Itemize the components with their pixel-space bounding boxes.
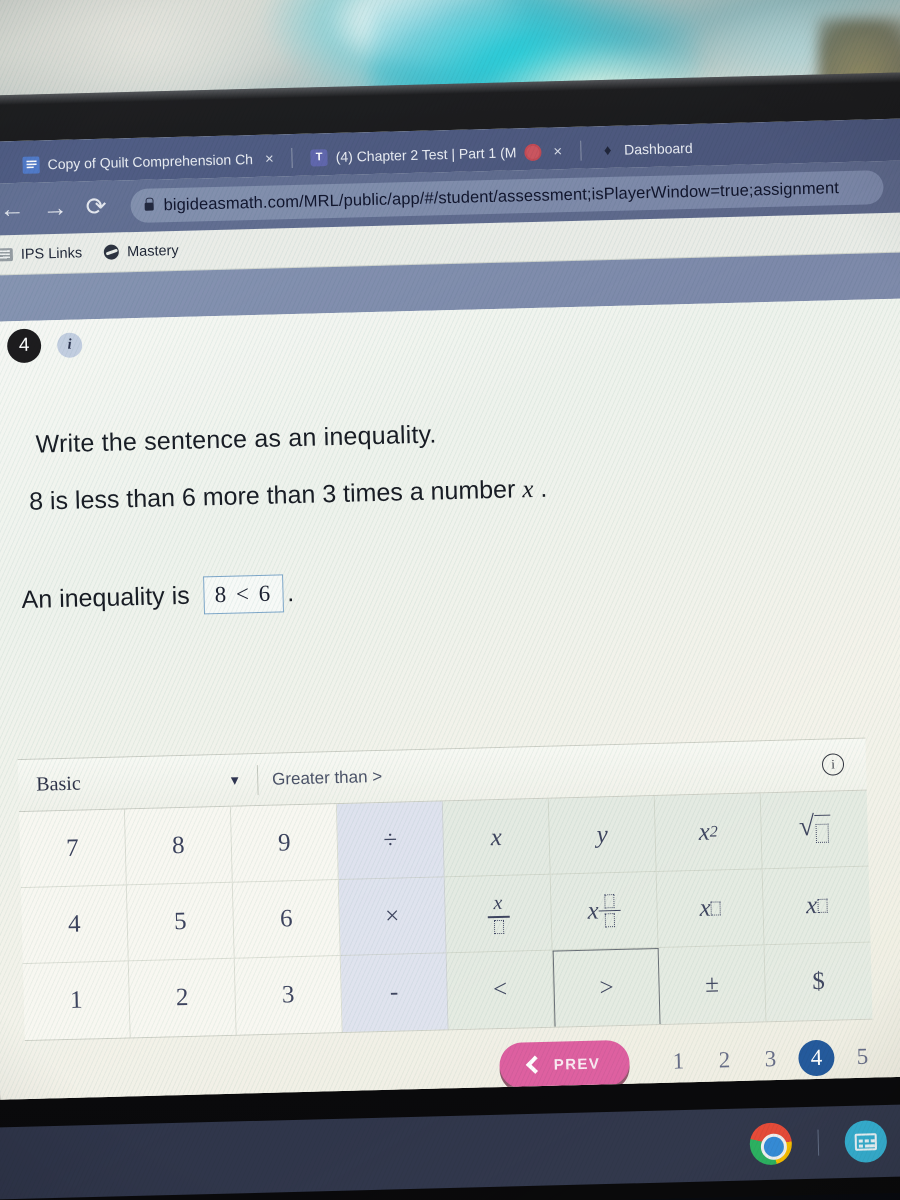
answer-row: An inequality is 8 < 6 . xyxy=(21,558,900,619)
page-number-5[interactable]: 5 xyxy=(839,1043,886,1070)
key-greater-than[interactable]: > xyxy=(552,947,661,1027)
shelf-divider xyxy=(817,1129,820,1156)
key-divide[interactable]: ÷ xyxy=(336,801,445,881)
key-superscript[interactable]: x xyxy=(656,869,765,948)
page-number-list: 12345 xyxy=(655,1038,886,1080)
back-icon[interactable]: ← xyxy=(0,194,25,223)
browser-tab-3[interactable]: ♦ Dashboard xyxy=(589,130,703,169)
key-2[interactable]: 2 xyxy=(128,958,237,1038)
question-header: 4 i xyxy=(6,327,83,364)
laptop-photo: Copy of Quilt Comprehension Ch × (4) Cha… xyxy=(0,0,900,1200)
browser-tab-2-close-icon[interactable]: × xyxy=(553,143,562,160)
browser-tab-1-title: Copy of Quilt Comprehension Ch xyxy=(47,150,254,173)
bookmark-mastery-label: Mastery xyxy=(126,242,179,260)
key-7[interactable]: 7 xyxy=(18,809,127,889)
page-number-1[interactable]: 1 xyxy=(655,1048,702,1075)
folder-icon xyxy=(0,248,14,262)
address-bar[interactable]: bigideasmath.com/MRL/public/app/#/studen… xyxy=(130,170,884,224)
question-sentence-after: . xyxy=(533,474,548,504)
key-8[interactable]: 8 xyxy=(124,806,233,886)
browser-tab-3-title: Dashboard xyxy=(623,139,693,158)
keypad-hint-symbol: > xyxy=(371,766,383,786)
chrome-icon[interactable] xyxy=(749,1122,793,1166)
keypad-grid: 7 8 9 ÷ x y x 2 √ 4 5 6 × x x x x 1 2 3- < > ± $ xyxy=(18,790,873,1041)
lock-icon xyxy=(144,202,154,211)
key-dollar[interactable]: $ xyxy=(764,942,873,1022)
key-y[interactable]: y xyxy=(548,796,657,875)
keypad-info-icon[interactable]: i xyxy=(821,753,845,776)
reload-icon[interactable]: ⟳ xyxy=(85,192,107,221)
keypad-hint-label: Greater than xyxy=(271,766,368,789)
math-keypad: Basic ▼ Greater than > i 7 8 9 ÷ x y x 2 √ 4 5 6 × x x… xyxy=(17,737,873,1042)
address-bar-url: bigideasmath.com/MRL/public/app/#/studen… xyxy=(163,178,840,214)
page-number-2[interactable]: 2 xyxy=(701,1047,748,1074)
google-docs-icon xyxy=(22,155,40,174)
key-fraction[interactable]: x xyxy=(444,874,553,954)
key-plus-minus[interactable]: ± xyxy=(658,945,767,1024)
key-multiply[interactable]: × xyxy=(338,877,447,957)
calculator-icon[interactable] xyxy=(844,1119,888,1163)
page-number-4[interactable]: 4 xyxy=(797,1039,835,1077)
prev-button[interactable]: PREV xyxy=(498,1039,631,1090)
key-x[interactable]: x xyxy=(442,798,551,878)
key-6[interactable]: 6 xyxy=(232,880,341,959)
chevron-down-icon[interactable]: ▼ xyxy=(228,772,241,787)
question-prompt: Write the sentence as an inequality. xyxy=(35,420,437,459)
assessment-favicon xyxy=(524,143,542,161)
bookmark-ips-links[interactable]: IPS Links xyxy=(0,245,82,263)
question-sentence: 8 is less than 6 more than 3 times a num… xyxy=(29,465,900,517)
dashboard-icon: ♦ xyxy=(603,141,612,159)
key-1[interactable]: 1 xyxy=(22,961,131,1041)
keypad-header-divider xyxy=(256,764,259,795)
keypad-mode-label[interactable]: Basic xyxy=(18,769,229,797)
prev-button-label: PREV xyxy=(553,1055,601,1074)
browser-tab-2-title: (4) Chapter 2 Test | Part 1 (M xyxy=(335,144,517,165)
question-info-icon[interactable]: i xyxy=(56,331,83,358)
forward-icon[interactable]: → xyxy=(42,193,68,222)
key-9[interactable]: 9 xyxy=(230,804,339,883)
tab-divider xyxy=(291,147,293,169)
key-5[interactable]: 5 xyxy=(126,882,235,962)
key-square-root[interactable]: √ xyxy=(760,790,869,870)
question-body: Write the sentence as an inequality. 8 i… xyxy=(0,408,900,620)
key-less-than[interactable]: < xyxy=(446,950,555,1030)
key-power-fraction[interactable]: x xyxy=(550,872,659,951)
answer-period: . xyxy=(286,578,295,607)
answer-input[interactable]: 8 < 6 xyxy=(203,574,284,615)
bookmark-mastery[interactable]: Mastery xyxy=(103,242,179,260)
assessment-page: 4 i Write the sentence as an inequality.… xyxy=(0,297,900,1100)
laptop-screen: Copy of Quilt Comprehension Ch × (4) Cha… xyxy=(0,117,900,1100)
page-number-3[interactable]: 3 xyxy=(747,1046,794,1073)
globe-icon xyxy=(103,244,120,260)
key-3[interactable]: 3 xyxy=(234,956,343,1035)
question-number-badge: 4 xyxy=(6,328,42,364)
microsoft-teams-icon xyxy=(310,148,328,167)
key-4[interactable]: 4 xyxy=(20,885,129,965)
key-subscript[interactable]: x xyxy=(762,866,871,946)
answer-label: An inequality is xyxy=(21,581,191,614)
keypad-hint: Greater than > xyxy=(272,766,383,789)
question-sentence-before: 8 is less than 6 more than 3 times a num… xyxy=(28,475,523,516)
tab-divider xyxy=(579,140,582,161)
key-x-squared[interactable]: x2 xyxy=(654,793,763,873)
browser-tab-1-close-icon[interactable]: × xyxy=(265,150,274,167)
chevron-left-icon xyxy=(526,1055,545,1074)
key-minus[interactable]: - xyxy=(340,953,449,1033)
bookmark-ips-links-label: IPS Links xyxy=(20,244,83,263)
